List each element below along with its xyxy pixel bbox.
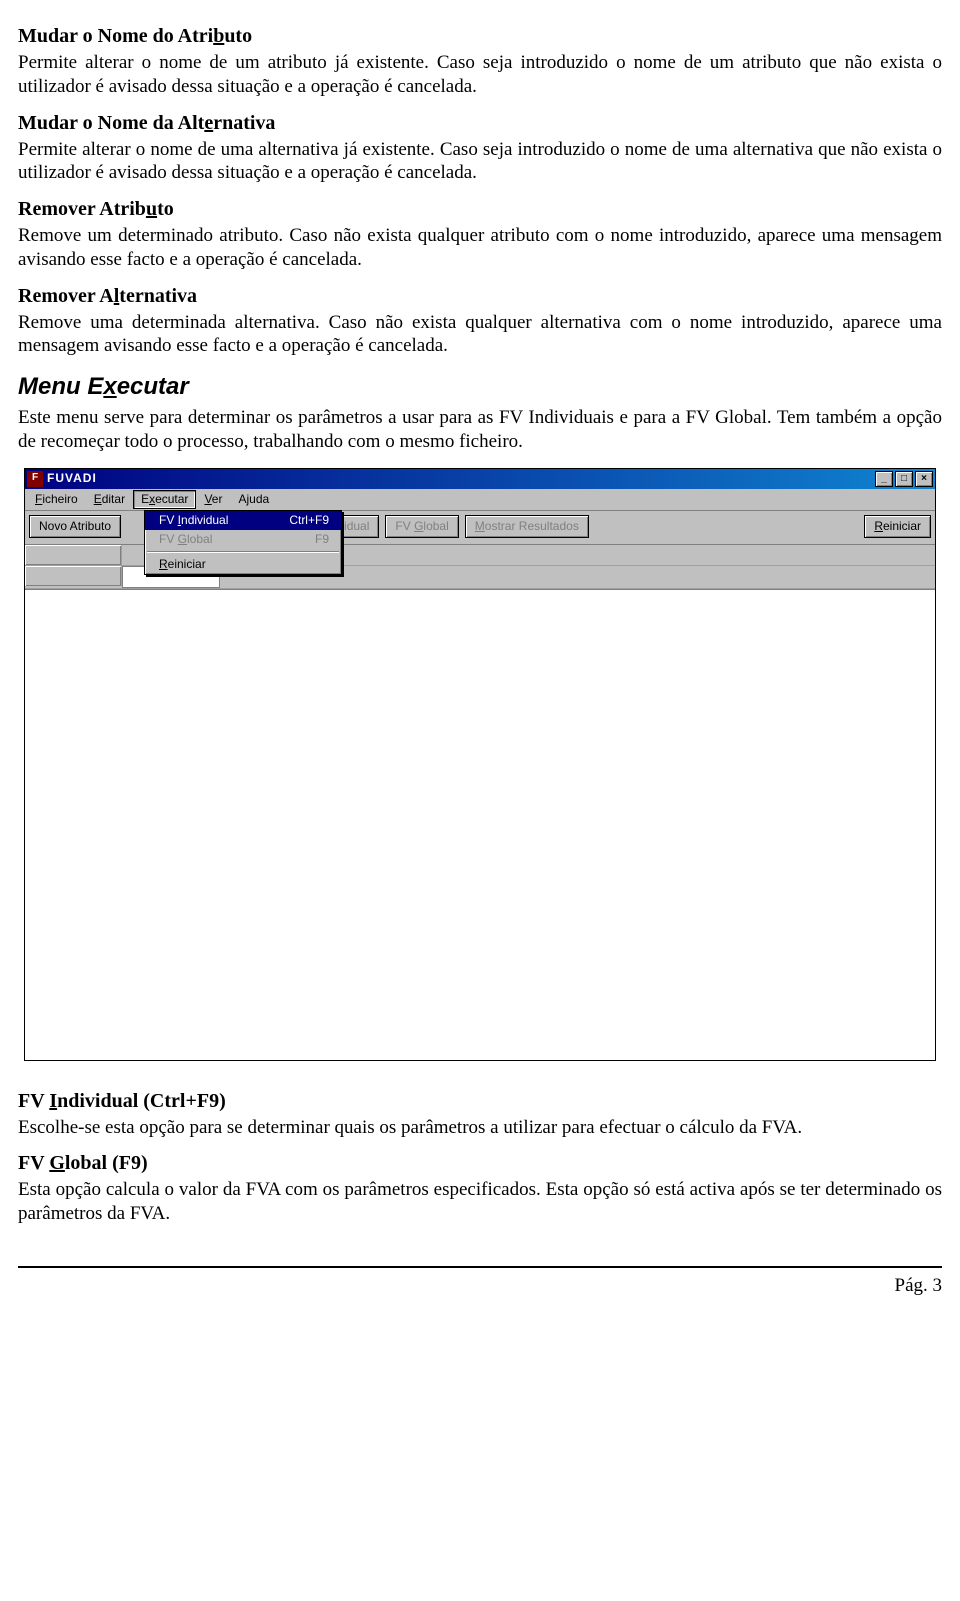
dropdown-executar: FV Individual Ctrl+F9 FV Global F9 Reini… [144,510,342,575]
body-menu-executar: Este menu serve para determinar os parâm… [18,406,942,454]
maximize-button[interactable]: □ [895,471,913,487]
app-window: F FUVADI _ □ × Ficheiro Editar Executar … [24,468,936,1061]
body-remover-atributo: Remove um determinado atributo. Caso não… [18,224,942,272]
accel-fv-global: F9 [315,532,329,547]
dropdown-item-fv-global[interactable]: FV Global F9 [145,530,341,549]
body-mudar-atributo: Permite alterar o nome de um atributo já… [18,51,942,99]
accel-fv-individual: Ctrl+F9 [289,513,329,528]
menu-editar[interactable]: Editar [86,490,133,509]
toolbar-fv-global[interactable]: FV Global [385,515,458,538]
heading-menu-executar: Menu Executar [18,372,942,402]
dropdown-separator [147,551,339,553]
body-remover-alternativa: Remove uma determinada alternativa. Caso… [18,311,942,359]
dropdown-item-fv-individual[interactable]: FV Individual Ctrl+F9 [145,511,341,530]
heading-mudar-alternativa: Mudar o Nome da Alternativa [18,111,942,136]
toolbar: Novo Atributo vidual FV Global Mostrar R… [25,511,935,545]
heading-remover-atributo: Remover Atributo [18,197,942,222]
body-fv-individual: Escolhe-se esta opção para se determinar… [18,1116,942,1140]
toolbar-novo-atributo[interactable]: Novo Atributo [29,515,121,538]
menu-ficheiro[interactable]: Ficheiro [27,490,86,509]
menu-executar[interactable]: Executar [133,490,196,509]
toolbar-mostrar-resultados[interactable]: Mostrar Resultados [465,515,589,538]
heading-remover-alternativa: Remover Alternativa [18,284,942,309]
grid-corner-cell [25,545,122,565]
page-number: Pág. 3 [18,1274,942,1298]
menu-ver[interactable]: Ver [196,490,230,509]
close-button[interactable]: × [915,471,933,487]
heading-fv-individual: FV Individual (Ctrl+F9) [18,1089,942,1114]
dropdown-item-reiniciar[interactable]: Reiniciar [145,555,341,574]
app-icon: F [27,471,43,487]
window-title: FUVADI [47,471,97,486]
client-area [25,589,935,1060]
toolbar-reiniciar[interactable]: Reiniciar [864,515,931,538]
grid-row-header [25,566,122,586]
footer-rule [18,1266,942,1268]
minimize-button[interactable]: _ [875,471,893,487]
heading-mudar-atributo: Mudar o Nome do Atributo [18,24,942,49]
menu-ajuda[interactable]: Ajuda [230,490,277,509]
body-fv-global: Esta opção calcula o valor da FVA com os… [18,1178,942,1226]
menubar: Ficheiro Editar Executar Ver Ajuda [25,489,935,511]
titlebar: F FUVADI _ □ × [25,469,935,489]
heading-fv-global: FV Global (F9) [18,1151,942,1176]
body-mudar-alternativa: Permite alterar o nome de uma alternativ… [18,138,942,186]
